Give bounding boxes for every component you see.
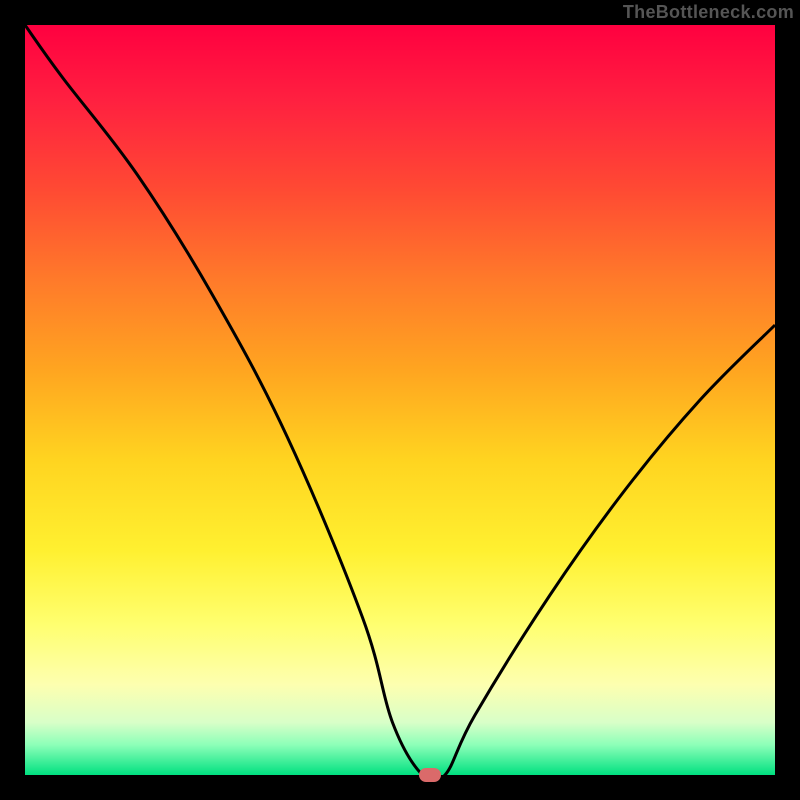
bottleneck-curve (25, 25, 775, 775)
minimum-marker (419, 768, 441, 782)
plot-area (25, 25, 775, 775)
watermark-text: TheBottleneck.com (623, 2, 794, 23)
